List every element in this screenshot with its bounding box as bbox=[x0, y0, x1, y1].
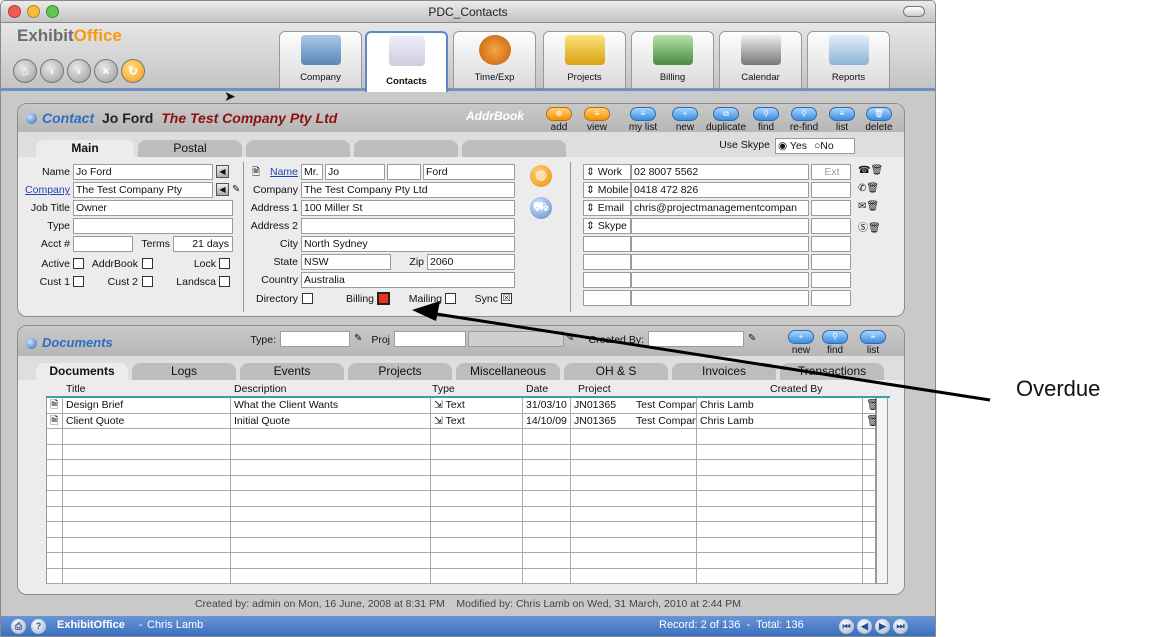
annotation-overlay bbox=[412, 301, 991, 402]
annotation-label: Overdue bbox=[1016, 376, 1101, 401]
mouse-cursor-icon: ➤ bbox=[224, 88, 236, 104]
annotation-arrowhead bbox=[412, 301, 440, 321]
annotation-arrow-line bbox=[429, 311, 991, 402]
